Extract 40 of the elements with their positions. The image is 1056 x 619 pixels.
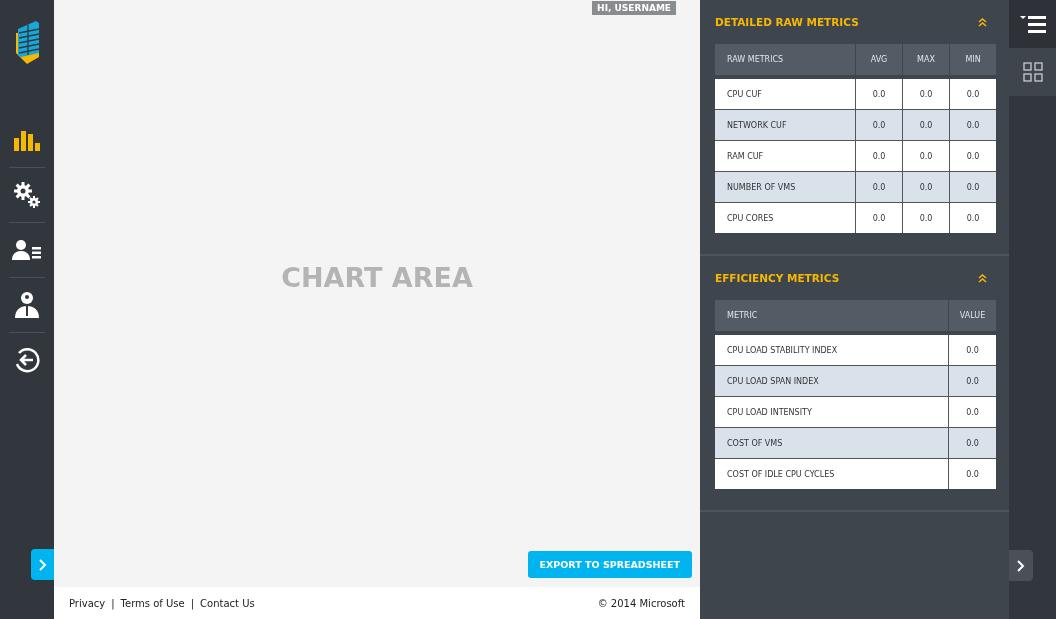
- copyright-text: © 2014 Microsoft: [597, 597, 685, 609]
- table-cell: NUMBER OF VMS: [715, 171, 856, 203]
- table-cell: CPU CUF: [715, 77, 856, 110]
- building-logo-icon: [14, 19, 40, 65]
- expand-button[interactable]: [1009, 550, 1033, 581]
- list-view-tab[interactable]: [1009, 0, 1056, 48]
- table-cell: NETWORK CUF: [715, 109, 856, 141]
- table-cell: RAM CUF: [715, 140, 856, 172]
- table-cell: COST OF IDLE CPU CYCLES: [715, 458, 949, 489]
- footer-link[interactable]: Privacy: [69, 597, 106, 609]
- chart-placeholder-text: CHART AREA: [280, 260, 474, 295]
- footer-link[interactable]: Terms of Use: [120, 597, 185, 609]
- column-header: AVG: [855, 44, 903, 77]
- collapse-chevron-icon[interactable]: [978, 17, 987, 27]
- table-cell: 0.0: [948, 333, 996, 366]
- table-cell: CPU LOAD STABILITY INDEX: [715, 333, 949, 366]
- table-cell: COST OF VMS: [715, 427, 949, 459]
- link-separator: |: [190, 597, 195, 609]
- section-title: EFFICIENCY METRICS: [715, 272, 840, 284]
- column-header: METRIC: [715, 300, 949, 333]
- link-separator: |: [111, 597, 115, 609]
- grid-view-tab[interactable]: [1009, 48, 1056, 96]
- column-header: MIN: [949, 44, 996, 77]
- grid-view-icon: [1022, 62, 1043, 82]
- section-title: DETAILED RAW METRICS: [715, 16, 859, 28]
- table-cell: CPU LOAD INTENSITY: [715, 396, 949, 428]
- chevron-right-icon: [1017, 559, 1025, 572]
- greeting-label: HI, USERNAME: [592, 1, 676, 15]
- table-cell: CPU CORES: [715, 202, 856, 233]
- table-cell: 0.0: [902, 77, 950, 110]
- table-cell: CPU LOAD SPAN INDEX: [715, 365, 949, 397]
- table-cell: 0.0: [855, 77, 903, 110]
- footer-link[interactable]: Contact Us: [200, 597, 255, 609]
- column-header: VALUE: [948, 300, 996, 333]
- column-header: MAX: [902, 44, 950, 77]
- table-cell: 0.0: [949, 77, 996, 110]
- collapse-chevron-icon[interactable]: [978, 273, 987, 283]
- list-view-icon: [1019, 15, 1046, 33]
- chevron-right-icon: [38, 558, 47, 571]
- column-header: RAW METRICS: [715, 44, 856, 77]
